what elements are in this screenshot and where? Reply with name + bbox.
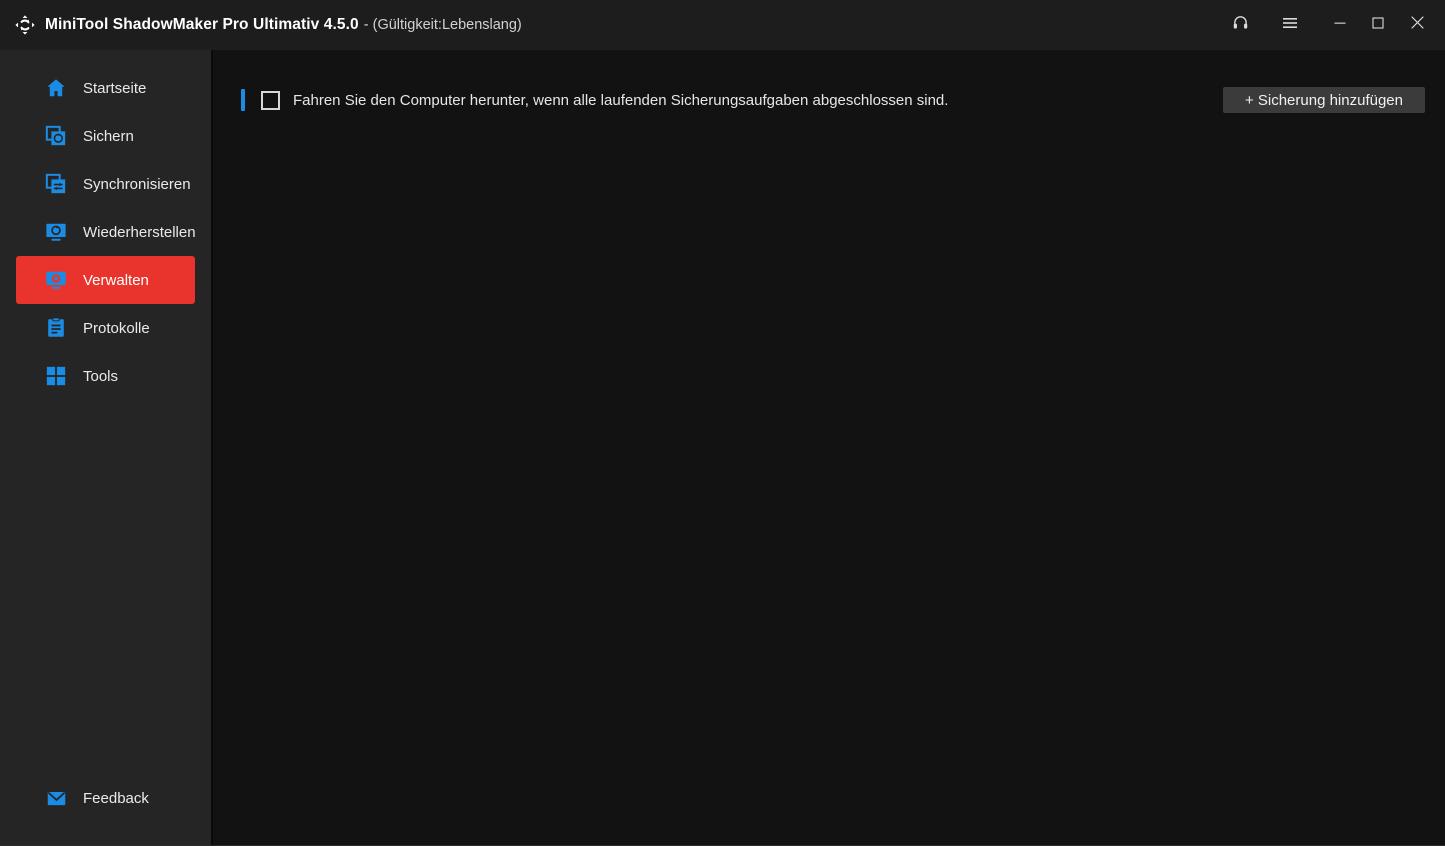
- sidebar-item-tools[interactable]: Tools: [16, 352, 195, 400]
- add-backup-button[interactable]: + Sicherung hinzufügen: [1222, 87, 1425, 113]
- minimize-icon: [1334, 16, 1346, 34]
- manage-gear-monitor-icon: [45, 269, 67, 291]
- app-window: MiniTool ShadowMaker Pro Ultimativ 4.5.0…: [0, 0, 1445, 846]
- backup-task-list-empty: [213, 124, 1445, 846]
- close-button[interactable]: [1397, 0, 1437, 50]
- main-content-area: Fahren Sie den Computer herunter, wenn a…: [213, 50, 1445, 846]
- clipboard-log-icon: [45, 317, 67, 339]
- sidebar-item-startseite[interactable]: Startseite: [16, 64, 195, 112]
- close-icon: [1410, 16, 1424, 34]
- sidebar-label: Verwalten: [83, 271, 149, 289]
- sidebar-item-feedback[interactable]: Feedback: [16, 774, 195, 822]
- grid-squares-icon: [45, 365, 67, 387]
- minimize-button[interactable]: [1321, 0, 1359, 50]
- sidebar-label: Tools: [83, 367, 119, 385]
- feedback-label: Feedback: [83, 789, 149, 807]
- shutdown-after-backup-checkbox[interactable]: [261, 90, 280, 110]
- license-label: - (Gültigkeit:Lebenslang): [363, 17, 522, 33]
- sidebar-label: Protokolle: [83, 319, 150, 337]
- home-icon: [45, 77, 67, 99]
- app-title: MiniTool ShadowMaker Pro Ultimativ 4.5.0: [45, 16, 359, 33]
- sidebar-item-synchronisieren[interactable]: Synchronisieren: [16, 160, 195, 208]
- sidebar-item-verwalten[interactable]: Verwalten: [16, 256, 195, 304]
- sidebar-label: Wiederherstellen: [83, 223, 196, 241]
- sidebar-label: Synchronisieren: [83, 175, 191, 193]
- support-headset-button[interactable]: [1221, 0, 1259, 50]
- sidebar-item-sichern[interactable]: Sichern: [16, 112, 195, 160]
- title-bar: MiniTool ShadowMaker Pro Ultimativ 4.5.0…: [0, 0, 1445, 50]
- main-toolbar: Fahren Sie den Computer herunter, wenn a…: [213, 76, 1445, 124]
- sidebar: Startseite Sichern Synchronisieren Wiede…: [0, 50, 213, 846]
- maximize-button[interactable]: [1359, 0, 1397, 50]
- maximize-icon: [1372, 16, 1384, 34]
- backup-icon: [45, 125, 67, 147]
- sync-arrows-icon: [14, 14, 36, 36]
- sidebar-label: Startseite: [83, 79, 147, 97]
- shutdown-after-backup-label[interactable]: Fahren Sie den Computer herunter, wenn a…: [293, 92, 948, 109]
- window-controls: [1221, 0, 1445, 50]
- sync-icon: [45, 173, 67, 195]
- window-body: Startseite Sichern Synchronisieren Wiede…: [0, 50, 1445, 846]
- sidebar-label: Sichern: [83, 127, 134, 145]
- sidebar-item-wiederherstellen[interactable]: Wiederherstellen: [16, 208, 196, 256]
- headset-icon: [1232, 14, 1249, 36]
- menu-button[interactable]: [1271, 0, 1309, 50]
- sidebar-item-protokolle[interactable]: Protokolle: [16, 304, 195, 352]
- accent-bar: [241, 89, 245, 111]
- restore-monitor-icon: [45, 221, 67, 243]
- hamburger-menu-icon: [1282, 15, 1298, 36]
- mail-envelope-icon: [45, 787, 67, 809]
